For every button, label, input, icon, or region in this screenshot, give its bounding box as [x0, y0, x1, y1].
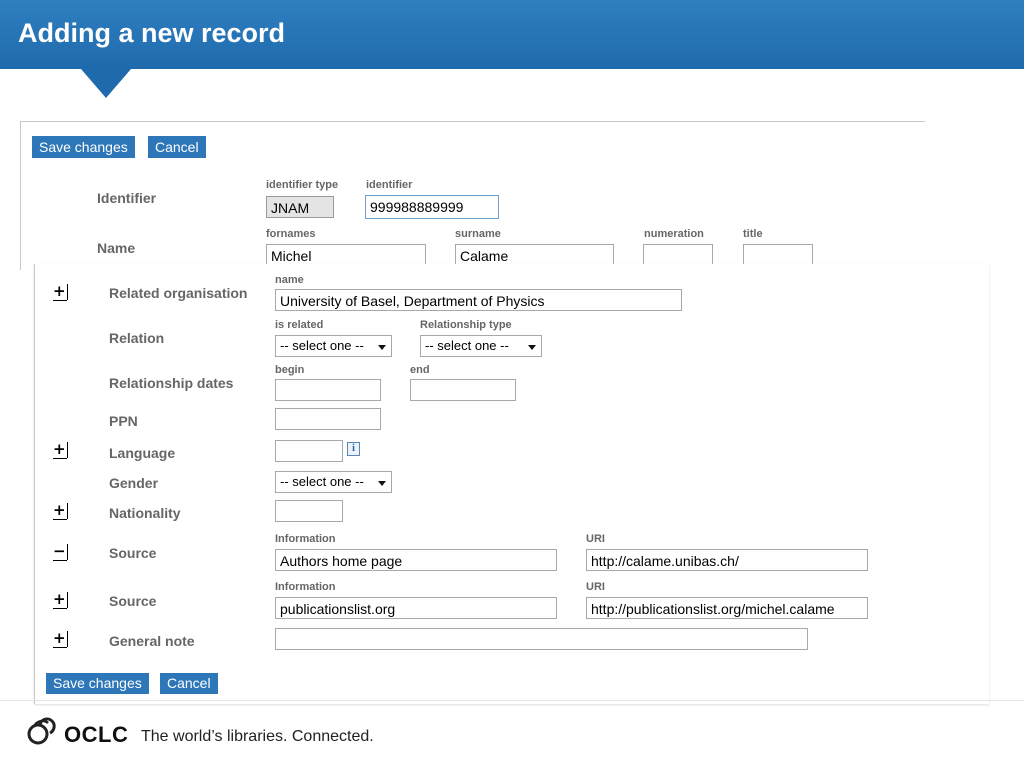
relationship-type-select[interactable]: -- select one --: [420, 335, 542, 357]
gender-select[interactable]: -- select one --: [275, 471, 392, 493]
nationality-field[interactable]: [275, 500, 343, 522]
fornames-label: fornames: [266, 228, 316, 240]
relationship-type-label: Relationship type: [420, 319, 512, 331]
slide-title: Adding a new record: [18, 18, 286, 48]
footer-divider: [0, 700, 1024, 701]
is-related-label: is related: [275, 319, 324, 331]
chevron-down-icon: [378, 481, 386, 486]
end-label: end: [410, 364, 430, 376]
source-label: Source: [109, 593, 157, 609]
chevron-down-icon: [528, 345, 536, 350]
org-name-label: name: [275, 274, 304, 286]
surname-field[interactable]: Calame: [455, 244, 614, 266]
info-icon[interactable]: i: [347, 442, 360, 456]
gender-label: Gender: [109, 475, 159, 491]
fornames-field[interactable]: Michel: [266, 244, 426, 266]
header-pointer: [81, 69, 131, 98]
expand-general-note-icon[interactable]: +: [53, 631, 68, 648]
related-organisation-label: Related organisation: [109, 285, 248, 301]
expand-nationality-icon[interactable]: +: [53, 503, 68, 520]
org-name-field[interactable]: University of Basel, Department of Physi…: [275, 289, 682, 311]
footer-tagline: The world’s libraries. Connected.: [141, 728, 374, 745]
title-field[interactable]: [743, 244, 813, 266]
oclc-logo-icon: [27, 717, 56, 745]
slide-header: Adding a new record: [0, 0, 1024, 69]
identifier-type-label: identifier type: [266, 179, 339, 191]
general-note-label: General note: [109, 633, 195, 649]
source-information-label: Information: [275, 581, 336, 593]
identifier-label: Identifier: [97, 190, 157, 206]
cancel-button[interactable]: Cancel: [148, 136, 206, 158]
identifier-value-label: identifier: [366, 179, 413, 191]
name-label: Name: [97, 240, 136, 256]
source-uri-label: URI: [586, 533, 605, 545]
relation-label: Relation: [109, 330, 165, 346]
title-label: title: [743, 228, 763, 240]
source-uri-label: URI: [586, 581, 605, 593]
language-label: Language: [109, 445, 176, 461]
end-date-field[interactable]: [410, 379, 516, 401]
source-uri-field[interactable]: http://publicationslist.org/michel.calam…: [586, 597, 868, 619]
ppn-label: PPN: [109, 413, 138, 429]
numeration-label: numeration: [644, 228, 704, 240]
chevron-down-icon: [378, 345, 386, 350]
save-changes-button[interactable]: Save changes: [32, 136, 135, 158]
source-information-field[interactable]: publicationslist.org: [275, 597, 557, 619]
ppn-field[interactable]: [275, 408, 381, 430]
expand-source-icon[interactable]: +: [53, 592, 68, 609]
save-changes-button[interactable]: Save changes: [46, 673, 149, 694]
expand-related-organisation-icon[interactable]: +: [53, 284, 68, 301]
expand-language-icon[interactable]: +: [53, 442, 68, 459]
surname-label: surname: [455, 228, 501, 240]
source-label: Source: [109, 545, 157, 561]
oclc-brand-text: OCLC: [64, 722, 129, 747]
source-uri-field[interactable]: http://calame.unibas.ch/: [586, 549, 868, 571]
begin-date-field[interactable]: [275, 379, 381, 401]
collapse-source-icon[interactable]: −: [53, 544, 68, 561]
source-information-field[interactable]: Authors home page: [275, 549, 557, 571]
relationship-dates-label: Relationship dates: [109, 375, 234, 391]
numeration-field[interactable]: [643, 244, 713, 266]
nationality-label: Nationality: [109, 505, 181, 521]
general-note-field[interactable]: [275, 628, 808, 650]
begin-label: begin: [275, 364, 305, 376]
top-form-panel: Save changes Cancel Identifier identifie…: [20, 121, 925, 270]
identifier-type-field[interactable]: JNAM: [266, 196, 334, 218]
identifier-field[interactable]: 999988889999: [365, 195, 499, 219]
source-information-label: Information: [275, 533, 336, 545]
cancel-button[interactable]: Cancel: [160, 673, 218, 694]
is-related-select[interactable]: -- select one --: [275, 335, 392, 357]
bottom-form-panel: + Related organisation name University o…: [34, 264, 989, 704]
language-field[interactable]: [275, 440, 343, 462]
